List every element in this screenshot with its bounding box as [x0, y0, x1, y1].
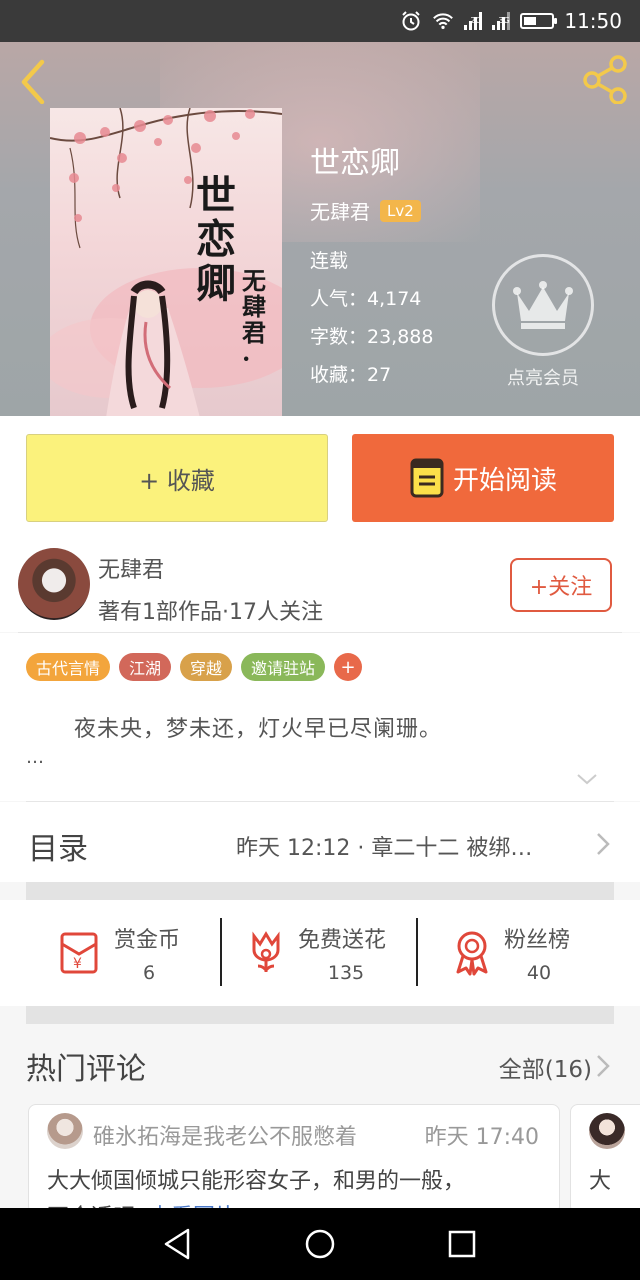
red-envelope-icon: ¥	[60, 932, 98, 974]
author-card: 无肆君 著有1部作品·17人关注 +关注	[0, 540, 640, 632]
wifi-icon	[432, 10, 454, 32]
cover-title: 世恋卿	[196, 172, 236, 307]
cover-author: 无肆君·	[242, 266, 266, 373]
separator	[416, 918, 418, 986]
favorites-count: 收藏：27	[310, 364, 392, 386]
all-comments-link[interactable]: 全部(16)	[499, 1050, 592, 1084]
fans-value: 40	[526, 962, 552, 984]
clock: 11:50	[564, 9, 622, 33]
book-cover[interactable]: 世恋卿 无肆君·	[50, 108, 282, 416]
system-nav-bar	[0, 1208, 640, 1280]
commenter-avatar[interactable]	[47, 1113, 83, 1149]
section-separator	[26, 1006, 614, 1024]
reward-label: 赏金币	[114, 928, 181, 953]
book-icon	[410, 458, 444, 498]
home-nav-icon[interactable]	[302, 1226, 338, 1262]
signal-3g-icon: 3G	[492, 12, 511, 30]
book-header: 世恋卿 无肆君· 世恋卿 无肆君 Lv2 连载 人气：4,174 字数：23,8…	[0, 42, 640, 416]
comment-card[interactable]: 碓氷拓海是我老公不服憋着 昨天 17:40 大大倾国倾城只能形容女子，和男的一般…	[28, 1104, 560, 1214]
book-description: 夜未央，梦未还，灯火早已尽阑珊。	[74, 717, 443, 742]
toc-label: 目录	[28, 832, 88, 867]
hot-comments-title: 热门评论	[26, 1052, 146, 1087]
tag-item[interactable]: 邀请驻站	[241, 653, 326, 681]
vip-label: 点亮会员	[507, 368, 579, 389]
start-reading-label: 开始阅读	[452, 465, 557, 496]
book-info: 古代言情 江湖 穿越 邀请驻站 + 夜未央，梦未还，灯火早已尽阑珊。 …	[0, 633, 640, 801]
expand-chevron-icon[interactable]	[576, 771, 598, 787]
collect-button[interactable]: + 收藏	[26, 434, 328, 522]
add-tag-button[interactable]: +	[334, 653, 363, 681]
tag-item[interactable]: 江湖	[119, 653, 172, 681]
hot-comments-header: 热门评论 全部(16)	[0, 1024, 640, 1104]
tag-list: 古代言情 江湖 穿越 邀请驻站 +	[26, 653, 363, 681]
free-flowers-stat[interactable]: 免费送花 135	[240, 918, 430, 988]
reward-coins-stat[interactable]: ¥ 赏金币 6	[56, 918, 246, 988]
battery-icon	[520, 13, 558, 29]
signal-2g-icon: 2G	[464, 12, 483, 30]
level-badge: Lv2	[380, 199, 421, 222]
section-separator	[26, 882, 614, 900]
author-name[interactable]: 无肆君	[310, 196, 370, 225]
svg-text:¥: ¥	[73, 956, 82, 972]
start-reading-button[interactable]: 开始阅读	[352, 434, 614, 522]
comment-text: 大大倾国倾城只能形容女子，和男的一般，	[47, 1169, 466, 1194]
medal-icon	[456, 931, 488, 976]
flowers-value: 135	[327, 962, 365, 984]
word-count: 字数：23,888	[310, 326, 434, 348]
chevron-right-icon[interactable]	[596, 1054, 610, 1082]
share-icon	[583, 55, 627, 105]
alarm-icon	[400, 10, 422, 32]
author-avatar[interactable]	[18, 548, 90, 620]
network-type-label: 3G	[498, 15, 510, 25]
crown-badge	[492, 254, 594, 356]
back-nav-icon[interactable]	[160, 1226, 196, 1262]
tag-item[interactable]: 穿越	[180, 653, 233, 681]
comment-card[interactable]: 大	[570, 1104, 640, 1214]
crown-icon	[513, 281, 573, 329]
commenter-avatar[interactable]	[589, 1113, 625, 1149]
reward-value: 6	[142, 962, 156, 984]
flowers-label: 免费送花	[298, 928, 387, 953]
fans-ranking-stat[interactable]: 粉丝榜 40	[446, 918, 636, 988]
share-button[interactable]	[580, 54, 630, 105]
popularity: 人气：4,174	[310, 288, 422, 310]
author-row: 无肆君 Lv2	[310, 196, 421, 225]
book-title: 世恋卿	[310, 146, 400, 181]
fans-label: 粉丝榜	[504, 928, 571, 953]
book-meta: 连载 人气：4,174 字数：23,888 收藏：27	[310, 242, 433, 394]
recents-nav-icon[interactable]	[444, 1226, 480, 1262]
chevron-right-icon	[596, 832, 610, 860]
follow-button[interactable]: +关注	[510, 558, 612, 612]
status-bar: 2G 3G 11:50	[0, 0, 640, 42]
latest-chapter: 昨天 12:12 · 章二十二 被绑…	[236, 836, 533, 861]
network-type-label: 2G	[470, 15, 482, 25]
separator	[220, 918, 222, 986]
commenter-name[interactable]: 碓氷拓海是我老公不服憋着	[93, 1119, 357, 1151]
comment-text: 大	[589, 1169, 612, 1194]
serial-status: 连载	[310, 250, 349, 272]
vip-button[interactable]: 点亮会员	[492, 254, 594, 404]
table-of-contents-row[interactable]: 目录 昨天 12:12 · 章二十二 被绑…	[0, 802, 640, 882]
back-arrow-icon	[21, 59, 45, 105]
stats-bar: ¥ 赏金币 6 免费送花 135 粉丝榜 40	[0, 900, 640, 1006]
author-card-name[interactable]: 无肆君	[98, 552, 164, 584]
author-stats: 著有1部作品·17人关注	[98, 600, 323, 625]
comment-time: 昨天 17:40	[424, 1125, 539, 1150]
back-button[interactable]	[14, 54, 54, 105]
tag-item[interactable]: 古代言情	[26, 653, 111, 681]
action-bar: + 收藏 开始阅读	[0, 416, 640, 540]
description-ellipsis: …	[26, 747, 44, 768]
flower-icon	[252, 931, 280, 972]
